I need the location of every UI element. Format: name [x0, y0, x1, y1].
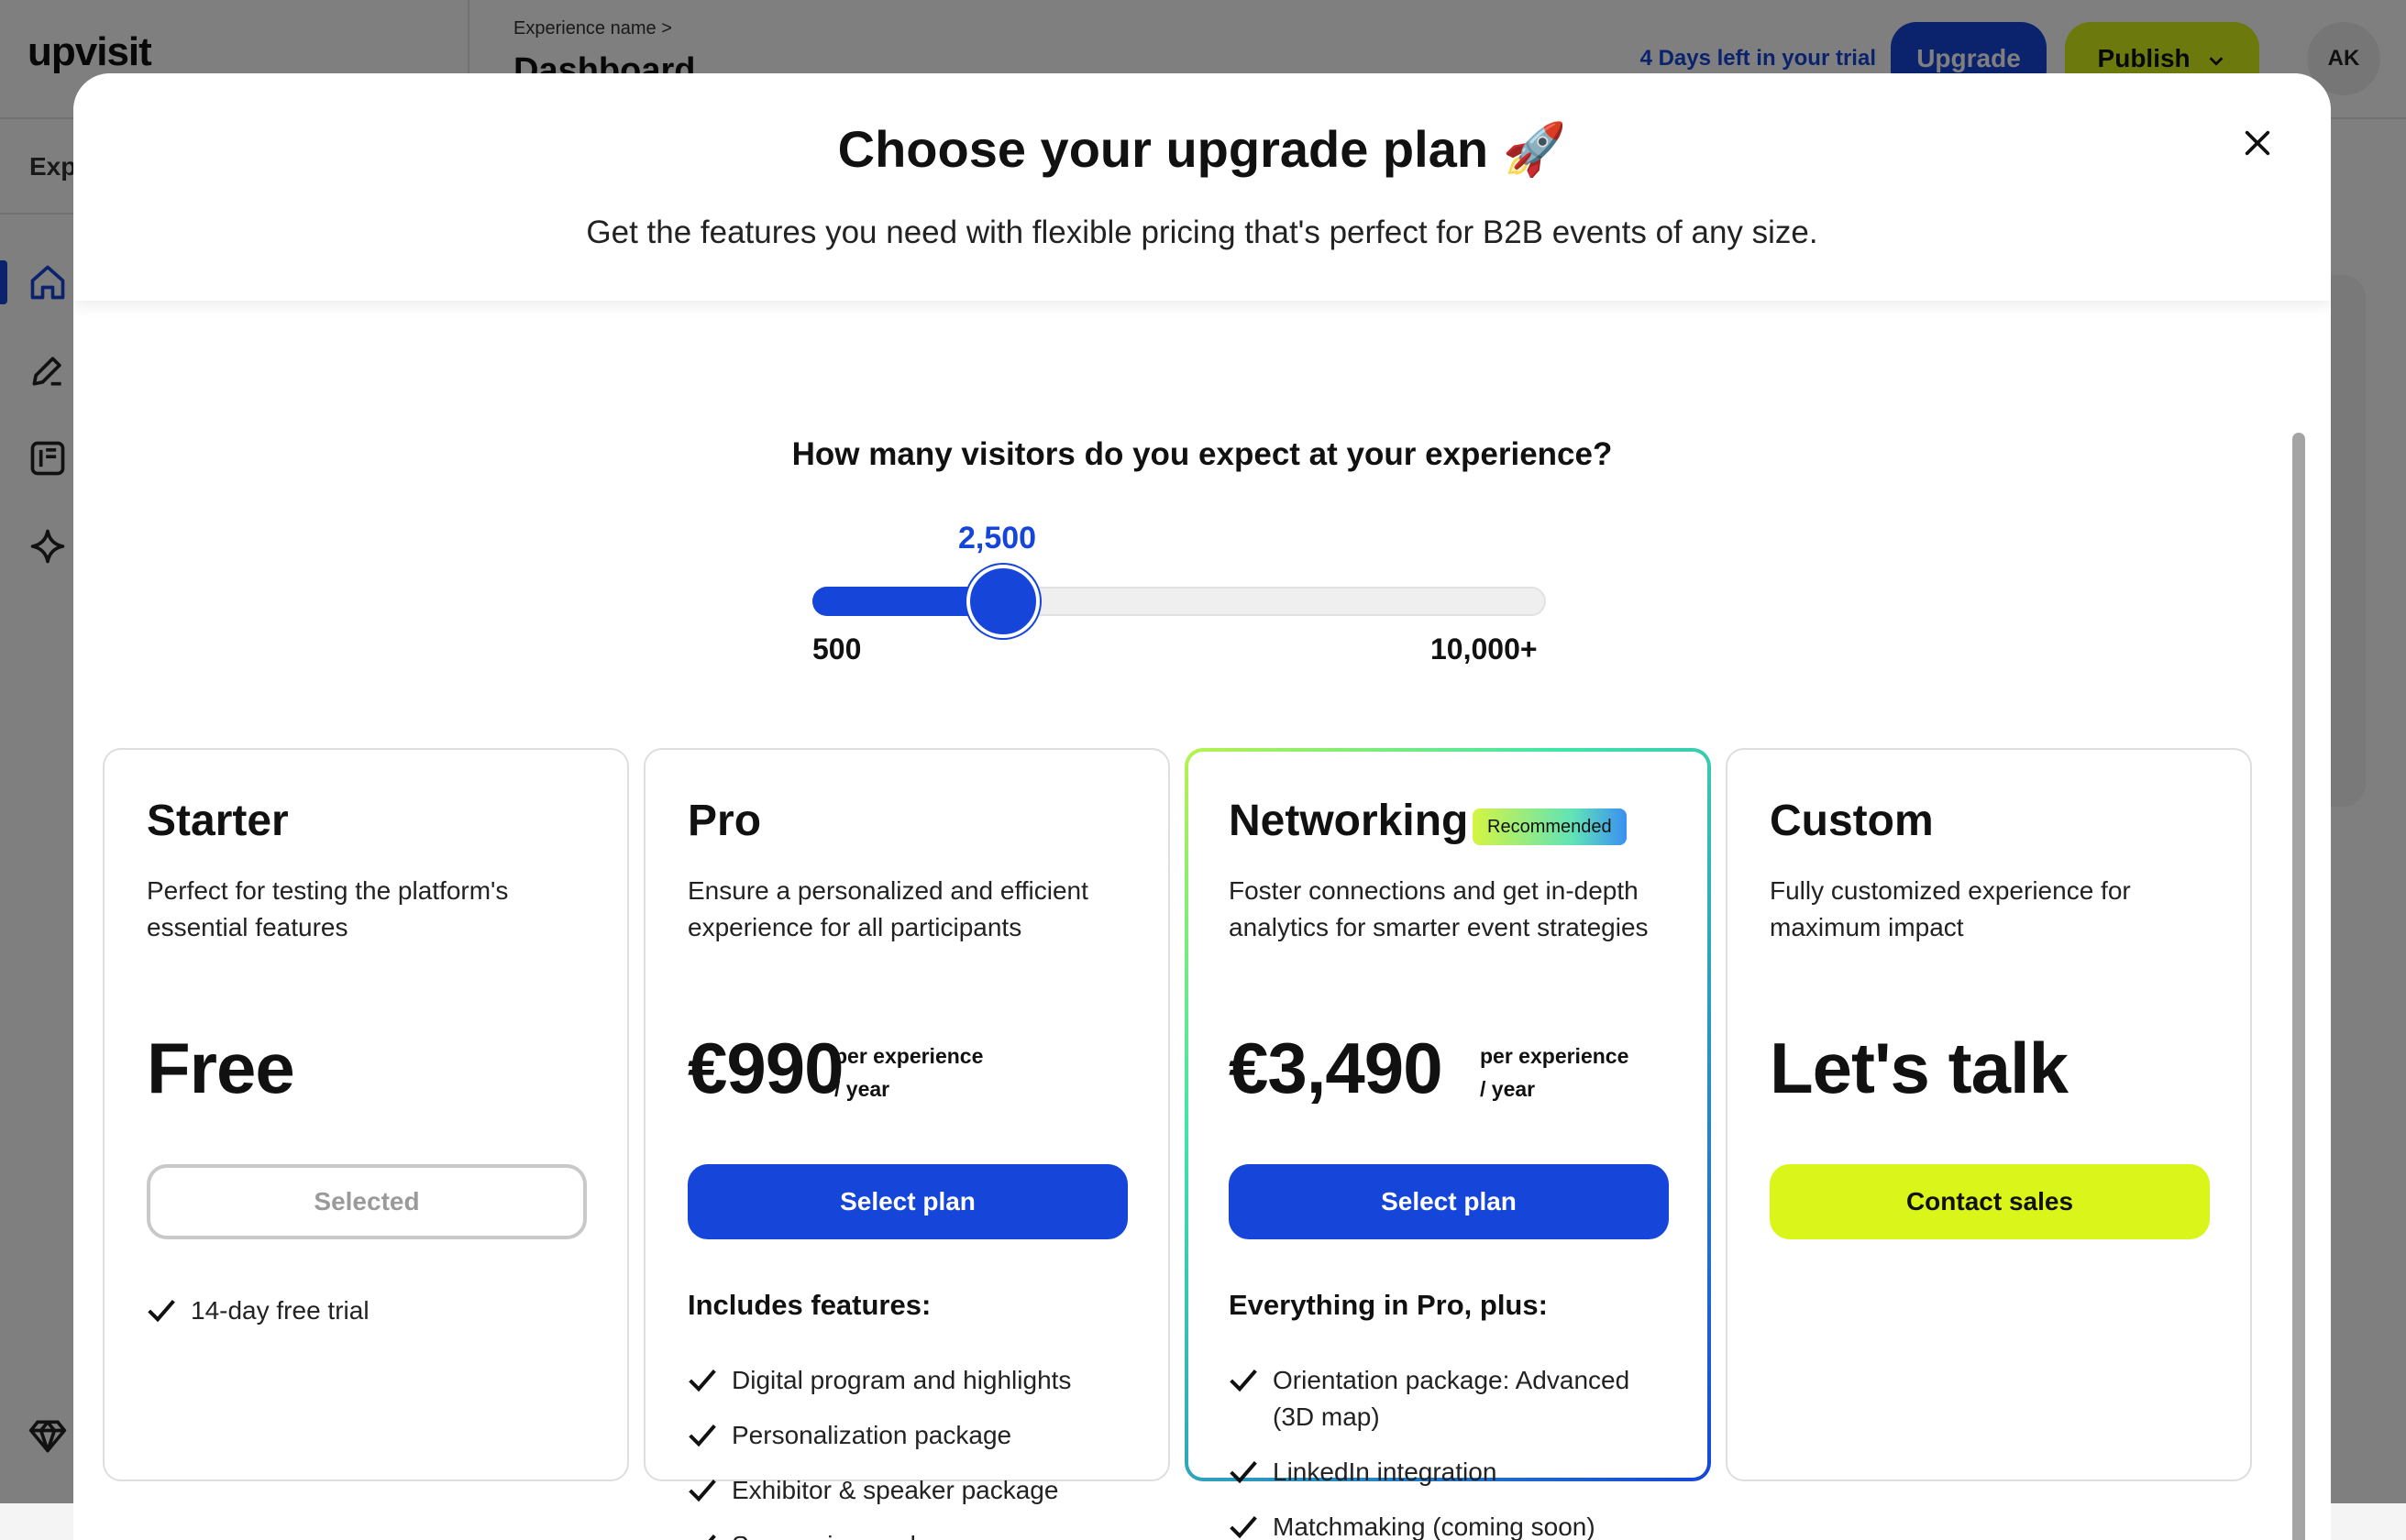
feature-label: LinkedIn integration [1273, 1458, 1497, 1486]
slider-value-label: 2,500 [958, 521, 1037, 556]
modal-body: How many visitors do you expect at your … [73, 301, 2331, 1540]
slider-min-label: 500 [812, 632, 862, 666]
check-icon [689, 1480, 716, 1502]
modal-subtitle: Get the features you need with flexible … [586, 214, 1818, 250]
plan-description: Foster connections and get in-depth anal… [1229, 876, 1649, 941]
plan-name: Pro [688, 797, 762, 845]
plan-description: Fully customized experience for maximum … [1770, 876, 2131, 941]
check-icon [708, 1534, 716, 1540]
plan-card-starter: Starter Perfect for testing the platform… [103, 748, 629, 1481]
feature-item: Personalization package [688, 1417, 1146, 1454]
plan-price: Let's talk [1770, 1028, 2069, 1108]
feature-item: Exhibitor & speaker package [688, 1472, 1146, 1509]
slider-max-label: 10,000+ [1430, 632, 1538, 666]
feature-item: Orientation package: Advanced (3D map) [1229, 1362, 1660, 1436]
plan-name: Custom [1770, 797, 1934, 845]
feature-item: 14-day free trial [147, 1292, 605, 1329]
slider-thumb[interactable] [966, 565, 1040, 638]
check-icon [1230, 1370, 1257, 1392]
feature-list: Digital program and highlights Personali… [688, 1362, 1146, 1540]
feature-item: Digital program and highlights [688, 1362, 1146, 1399]
plan-card-networking: Networking Recommended Foster connection… [1185, 748, 1711, 1540]
select-plan-button[interactable]: Select plan [688, 1164, 1128, 1239]
upgrade-plan-modal: Choose your upgrade plan 🚀 Get the featu… [73, 73, 2331, 1540]
price-unit-line: / year [834, 1077, 890, 1101]
modal-title: Choose your upgrade plan 🚀 [837, 120, 1567, 178]
price-unit-line: / year [1480, 1077, 1536, 1101]
select-plan-button[interactable]: Select plan [1229, 1164, 1669, 1239]
recommended-badge: Recommended [1473, 808, 1627, 845]
feature-label: Matchmaking (coming soon) [1273, 1512, 1595, 1540]
check-icon [689, 1370, 716, 1392]
feature-label: Digital program and highlights [732, 1366, 1072, 1394]
price-unit: per experience / year [834, 1040, 983, 1106]
features-title: Everything in Pro, plus: [1229, 1289, 1548, 1321]
modal-header: Choose your upgrade plan 🚀 Get the featu… [73, 73, 2331, 301]
plan-card-custom: Custom Fully customized experience for m… [1726, 748, 2252, 1481]
check-icon [1230, 1516, 1257, 1539]
price-unit: per experience / year [1480, 1040, 1628, 1106]
plan-price: €990 [688, 1028, 844, 1108]
feature-label: Sponsoring package [732, 1531, 966, 1540]
feature-list: Orientation package: Advanced (3D map) L… [1229, 1362, 1660, 1540]
check-icon [1230, 1461, 1257, 1484]
plan-card-pro: Pro Ensure a personalized and efficient … [644, 748, 1170, 1540]
contact-sales-button[interactable]: Contact sales [1770, 1164, 2210, 1239]
check-icon [148, 1300, 175, 1323]
feature-item: Matchmaking (coming soon) [1229, 1509, 1660, 1540]
close-icon [2245, 130, 2270, 156]
price-unit-line: per experience [834, 1044, 984, 1068]
feature-item: Sponsoring package [688, 1527, 1146, 1540]
visitors-question: How many visitors do you expect at your … [791, 436, 1613, 472]
check-icon [689, 1424, 716, 1447]
feature-label: 14-day free trial [191, 1296, 370, 1325]
close-button[interactable] [2230, 116, 2285, 170]
scrollbar[interactable] [2292, 433, 2305, 1540]
feature-list: 14-day free trial [147, 1292, 605, 1348]
feature-label: Exhibitor & speaker package [732, 1476, 1059, 1504]
plan-description: Perfect for testing the platform's essen… [147, 876, 509, 941]
plan-price: Free [147, 1028, 295, 1108]
selected-plan-button[interactable]: Selected [147, 1164, 587, 1239]
plan-name: Networking [1229, 797, 1469, 845]
feature-label: Personalization package [732, 1421, 1012, 1449]
feature-item: LinkedIn integration [1229, 1454, 1660, 1490]
plan-description: Ensure a personalized and efficient expe… [688, 876, 1088, 941]
plan-name: Starter [147, 797, 289, 845]
features-title: Includes features: [688, 1289, 932, 1321]
feature-label: Orientation package: Advanced (3D map) [1273, 1366, 1630, 1431]
plan-price: €3,490 [1229, 1028, 1443, 1108]
price-unit-line: per experience [1480, 1044, 1629, 1068]
